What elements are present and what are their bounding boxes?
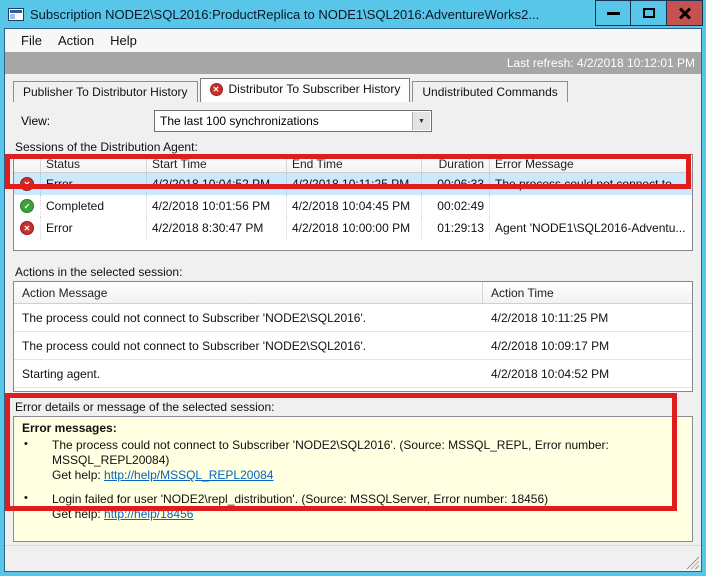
last-refresh-bar: Last refresh: 4/2/2018 10:12:01 PM (5, 52, 701, 74)
session-status: Error (41, 217, 147, 239)
app-icon (8, 8, 24, 21)
action-time: 4/2/2018 10:09:17 PM (483, 332, 692, 359)
action-row[interactable]: Starting agent. 4/2/2018 10:04:52 PM (14, 360, 692, 388)
session-row-error-selected[interactable]: ✕ Error 4/2/2018 10:04:52 PM 4/2/2018 10… (14, 173, 692, 195)
action-row[interactable]: The process could not connect to Subscri… (14, 304, 692, 332)
last-refresh-text: Last refresh: 4/2/2018 10:12:01 PM (507, 56, 695, 70)
session-start-time: 4/2/2018 10:01:56 PM (147, 195, 287, 217)
tab-label: Undistributed Commands (422, 85, 557, 99)
tab-label: Distributor To Subscriber History (229, 82, 401, 96)
actions-table-header: Action Message Action Time (14, 282, 692, 304)
session-row-completed[interactable]: ✓ Completed 4/2/2018 10:01:56 PM 4/2/201… (14, 195, 692, 217)
help-link[interactable]: http://help/MSSQL_REPL20084 (104, 468, 273, 482)
close-icon (678, 6, 692, 20)
error-status-icon: ✕ (20, 221, 34, 235)
bullet-icon: • (22, 438, 52, 483)
session-end-time: 4/2/2018 10:04:45 PM (287, 195, 422, 217)
session-end-time: 4/2/2018 10:11:25 PM (287, 173, 422, 195)
error-message-text: Login failed for user 'NODE2\repl_distri… (52, 492, 684, 507)
get-help-label: Get help: (52, 507, 104, 521)
view-dropdown-value: The last 100 synchronizations (160, 114, 319, 128)
client-area: File Action Help Last refresh: 4/2/2018 … (4, 28, 702, 572)
error-messages-box: Error messages: • The process could not … (13, 416, 693, 542)
tab-publisher-to-distributor-history[interactable]: Publisher To Distributor History (13, 81, 198, 102)
menu-help[interactable]: Help (102, 31, 145, 50)
error-messages-heading: Error messages: (22, 421, 684, 435)
tab-label: Publisher To Distributor History (23, 85, 188, 99)
actions-section-label: Actions in the selected session: (15, 265, 693, 279)
action-time: 4/2/2018 10:11:25 PM (483, 304, 692, 331)
session-status: Completed (41, 195, 147, 217)
sessions-section-label: Sessions of the Distribution Agent: (15, 140, 693, 154)
column-header-start-time[interactable]: Start Time (147, 155, 287, 172)
error-message-text: The process could not connect to Subscri… (52, 438, 684, 468)
action-row[interactable]: The process could not connect to Subscri… (14, 332, 692, 360)
session-end-time: 4/2/2018 10:00:00 PM (287, 217, 422, 239)
session-duration: 00:06:33 (422, 173, 490, 195)
sessions-table: Status Start Time End Time Duration Erro… (13, 154, 693, 251)
maximize-icon (643, 8, 655, 18)
view-label: View: (21, 114, 154, 128)
menu-file[interactable]: File (13, 31, 50, 50)
error-item: • Login failed for user 'NODE2\repl_dist… (22, 492, 684, 522)
column-header-action-message[interactable]: Action Message (14, 282, 483, 303)
bullet-icon: • (22, 492, 52, 522)
session-duration: 01:29:13 (422, 217, 490, 239)
action-message: The process could not connect to Subscri… (14, 304, 483, 331)
tab-distributor-to-subscriber-history[interactable]: ✕ Distributor To Subscriber History (200, 78, 411, 102)
actions-table: Action Message Action Time The process c… (13, 281, 693, 392)
action-time: 4/2/2018 10:04:52 PM (483, 360, 692, 387)
column-header-action-time[interactable]: Action Time (483, 282, 692, 303)
completed-status-icon: ✓ (20, 199, 34, 213)
error-details-label: Error details or message of the selected… (15, 400, 693, 414)
window-controls (595, 0, 703, 26)
error-item: • The process could not connect to Subsc… (22, 438, 684, 483)
session-error-message: Agent 'NODE1\SQL2016-Adventu... (490, 217, 692, 239)
close-button[interactable] (667, 0, 703, 26)
session-duration: 00:02:49 (422, 195, 490, 217)
column-header-end-time[interactable]: End Time (287, 155, 422, 172)
error-status-icon: ✕ (20, 177, 34, 191)
session-status: Error (41, 173, 147, 195)
sessions-table-header: Status Start Time End Time Duration Erro… (14, 155, 692, 173)
tab-strip: Publisher To Distributor History ✕ Distr… (13, 78, 693, 102)
tab-undistributed-commands[interactable]: Undistributed Commands (412, 81, 567, 102)
minimize-button[interactable] (595, 0, 631, 26)
replication-monitor-window: Subscription NODE2\SQL2016:ProductReplic… (0, 0, 706, 576)
session-row-error[interactable]: ✕ Error 4/2/2018 8:30:47 PM 4/2/2018 10:… (14, 217, 692, 239)
minimize-icon (607, 12, 620, 15)
action-message: The process could not connect to Subscri… (14, 332, 483, 359)
tab-page-content: Publisher To Distributor History ✕ Distr… (5, 74, 701, 545)
session-error-message: The process could not connect to ... (490, 173, 692, 195)
column-header-duration[interactable]: Duration (422, 155, 490, 172)
titlebar: Subscription NODE2\SQL2016:ProductReplic… (0, 0, 706, 28)
chevron-down-icon[interactable]: ▼ (412, 112, 430, 130)
menubar: File Action Help (5, 29, 701, 52)
column-header-status[interactable]: Status (41, 155, 147, 172)
statusbar (5, 545, 701, 571)
session-start-time: 4/2/2018 10:04:52 PM (147, 173, 287, 195)
action-message: Starting agent. (14, 360, 483, 387)
menu-action[interactable]: Action (50, 31, 102, 50)
session-error-message (490, 195, 692, 217)
column-header-error-message[interactable]: Error Message (490, 155, 692, 172)
column-header-icon[interactable] (14, 155, 41, 172)
maximize-button[interactable] (631, 0, 667, 26)
view-dropdown[interactable]: The last 100 synchronizations ▼ (154, 110, 432, 132)
resize-grip-icon[interactable] (685, 555, 699, 569)
window-title: Subscription NODE2\SQL2016:ProductReplic… (30, 7, 595, 22)
tab-error-icon: ✕ (210, 83, 223, 96)
get-help-label: Get help: (52, 468, 104, 482)
view-row: View: The last 100 synchronizations ▼ (13, 110, 693, 132)
session-start-time: 4/2/2018 8:30:47 PM (147, 217, 287, 239)
help-link[interactable]: http://help/18456 (104, 507, 193, 521)
